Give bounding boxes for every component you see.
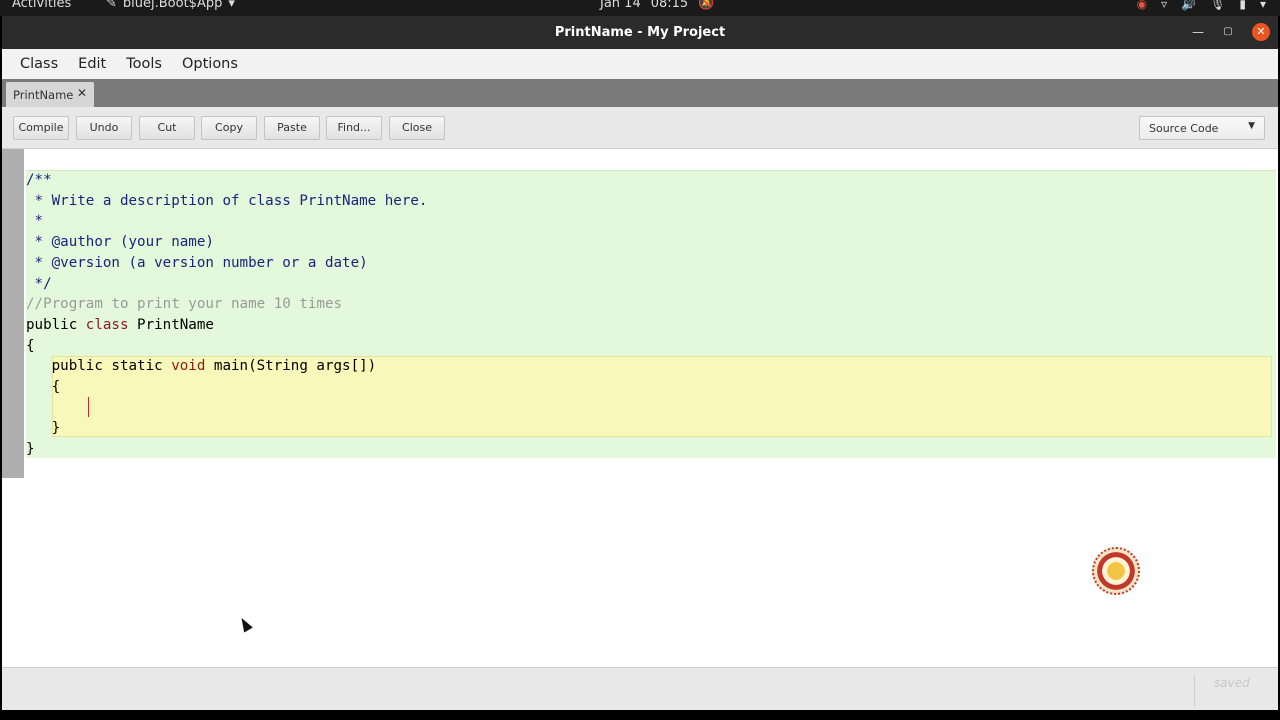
find-button[interactable]: Find... <box>326 116 382 140</box>
code-line: * Write a description of class PrintName… <box>26 192 428 209</box>
activities-button[interactable]: Activities <box>12 0 71 11</box>
code-line: } <box>26 420 61 437</box>
clock[interactable]: Jan 14 08:15 🔕 <box>600 0 714 11</box>
code-line: * <box>26 213 44 230</box>
app-icon: ✎ <box>106 0 117 11</box>
code-line: { <box>26 337 35 354</box>
editor-toolbar: Compile Undo Cut Copy Paste Find... Clos… <box>2 107 1278 149</box>
code-editor[interactable]: /** * Write a description of class Print… <box>2 149 1278 667</box>
watermark-logo <box>1092 547 1140 595</box>
microphone-icon: 🎙 <box>1210 0 1226 11</box>
line-gutter[interactable] <box>2 149 24 478</box>
close-tab-icon[interactable]: ✕ <box>77 86 87 100</box>
menu-options[interactable]: Options <box>172 49 248 79</box>
maximize-icon[interactable]: ▢ <box>1218 22 1238 42</box>
close-button[interactable]: Close <box>389 116 445 140</box>
notifications-muted-icon: 🔕 <box>698 0 715 11</box>
source-code[interactable]: /** * Write a description of class Print… <box>26 170 427 460</box>
menu-class[interactable]: Class <box>10 49 68 79</box>
code-line: */ <box>26 275 52 292</box>
dropdown-arrow-icon: ▼ <box>1248 121 1255 131</box>
code-line: } <box>26 441 35 458</box>
window-title: PrintName - My Project <box>554 25 726 40</box>
time-label: 08:15 <box>650 0 689 11</box>
view-select[interactable]: Source Code ▼ <box>1139 116 1265 140</box>
view-select-value: Source Code <box>1149 122 1219 135</box>
date-label: Jan 14 <box>600 0 641 11</box>
battery-icon: ▮ <box>1239 0 1246 11</box>
system-tray[interactable]: ◉ ▿ 🔊 🎙 ▮ ▾ <box>1137 0 1266 11</box>
indicator-icon: ◉ <box>1136 0 1148 11</box>
app-menu[interactable]: ✎ bluej.Boot$App ▾ <box>106 0 235 11</box>
system-top-bar: Activities ✎ bluej.Boot$App ▾ Jan 14 08:… <box>0 0 1280 16</box>
code-line: * @version (a version number or a date) <box>26 254 368 271</box>
app-name: bluej.Boot$App <box>122 0 223 11</box>
title-bar[interactable]: PrintName - My Project — ▢ ✕ <box>2 16 1278 49</box>
editor-window: PrintName - My Project — ▢ ✕ Class Edit … <box>2 16 1278 710</box>
tab-printname[interactable]: PrintName ✕ <box>6 82 94 107</box>
copy-button[interactable]: Copy <box>201 116 257 140</box>
chevron-down-icon: ▾ <box>228 0 235 11</box>
code-line: public static void main(String args[]) <box>26 358 377 375</box>
menu-tools[interactable]: Tools <box>116 49 172 79</box>
compile-button[interactable]: Compile <box>13 116 69 140</box>
network-icon: ▿ <box>1161 0 1168 11</box>
undo-button[interactable]: Undo <box>76 116 132 140</box>
code-line: /** <box>26 172 52 188</box>
minimize-icon[interactable]: — <box>1188 22 1208 42</box>
tab-label: PrintName <box>13 88 74 102</box>
volume-icon: 🔊 <box>1181 0 1197 11</box>
code-line: { <box>26 379 61 396</box>
code-line: public class PrintName <box>26 316 214 333</box>
status-divider <box>1194 674 1195 706</box>
save-status: saved <box>1214 676 1250 690</box>
menu-bar: Class Edit Tools Options <box>2 49 1278 79</box>
code-line: * @author (your name) <box>26 234 214 251</box>
tab-strip: PrintName ✕ <box>2 79 1278 107</box>
text-caret <box>88 397 89 417</box>
tray-chevron-down-icon: ▾ <box>1259 0 1266 11</box>
status-bar: saved <box>2 667 1278 710</box>
code-line: //Program to print your name 10 times <box>26 296 343 313</box>
cut-button[interactable]: Cut <box>139 116 195 140</box>
paste-button[interactable]: Paste <box>264 116 320 140</box>
close-window-icon[interactable]: ✕ <box>1252 23 1270 41</box>
menu-edit[interactable]: Edit <box>68 49 116 79</box>
